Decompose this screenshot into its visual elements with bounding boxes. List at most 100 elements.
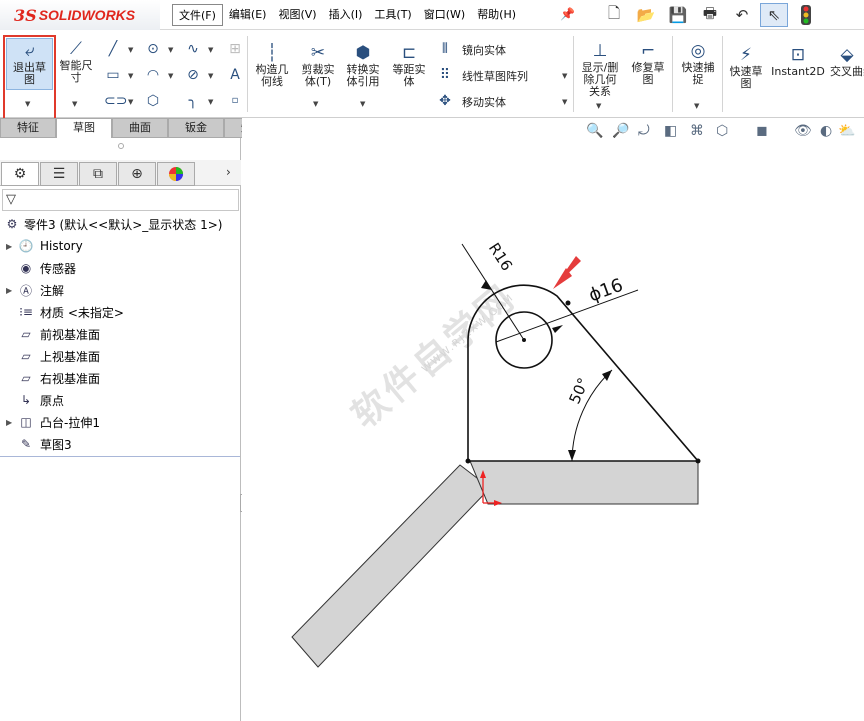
print-icon[interactable]: 🖶	[696, 3, 724, 27]
tree-item-top-plane[interactable]: ▱ 上视基准面	[6, 346, 100, 366]
polygon-icon[interactable]: ⬡	[144, 92, 162, 110]
instant2d-button[interactable]: ⊡ Instant2D	[770, 44, 826, 78]
graphics-viewport[interactable]: 🔍 🔎 ⤾ ◧ ⌘ ⬡ ◼ 👁 ◐ ⛅ 软件自学网 WWW.RJZXW.COM	[242, 118, 864, 721]
intersection-curve-button[interactable]: ⬙ 交叉曲线	[830, 44, 864, 78]
linear-pattern-button[interactable]: 线性草图阵列	[462, 68, 528, 84]
convert-entities-button[interactable]: ⬢ 转换实体引用	[342, 42, 384, 88]
tree-filter[interactable]: ▽	[2, 189, 239, 211]
feature-manager-tab-icon[interactable]: ⚙	[1, 162, 39, 186]
vertex-point[interactable]	[695, 458, 701, 464]
linear-pattern-icon[interactable]: ⠿	[436, 66, 454, 84]
menu-insert[interactable]: 插入(I)	[323, 4, 369, 26]
angle-dimension-text[interactable]: 50°	[565, 375, 592, 407]
relations-dropdown-icon[interactable]: ▼	[596, 102, 601, 110]
fillet-dropdown-icon[interactable]: ▼	[208, 98, 213, 106]
move-dropdown-icon[interactable]: ▼	[562, 98, 567, 106]
undo-icon[interactable]: ↶	[728, 3, 756, 27]
ellipse-dropdown-icon[interactable]: ▼	[208, 72, 213, 80]
circle-icon[interactable]: ⊙	[144, 40, 162, 58]
radius-dimension-text[interactable]: R16	[485, 240, 516, 275]
save-icon[interactable]: 💾	[664, 3, 692, 27]
tab-sketch[interactable]: 草图	[56, 118, 112, 138]
rectangle-dropdown-icon[interactable]: ▼	[128, 72, 133, 80]
move-entities-button[interactable]: 移动实体	[462, 94, 506, 110]
expand-icon[interactable]: ▶	[6, 418, 16, 427]
tree-item-material[interactable]: ⁝≡ 材质 <未指定>	[6, 302, 124, 322]
menu-view[interactable]: 视图(V)	[272, 4, 322, 26]
tab-surfaces[interactable]: 曲面	[112, 118, 168, 138]
display-manager-tab-icon[interactable]	[157, 162, 195, 186]
arc-icon[interactable]: ◠	[144, 66, 162, 84]
smart-dim-dropdown-icon[interactable]: ▼	[72, 100, 77, 108]
expand-icon[interactable]: ▶	[6, 242, 16, 251]
menu-help[interactable]: 帮助(H)	[471, 4, 522, 26]
quick-snap-dropdown-icon[interactable]: ▼	[694, 102, 699, 110]
tree-item-boss-extrude[interactable]: ▶ ◫ 凸台-拉伸1	[6, 412, 100, 432]
rebuild-traffic-light-icon[interactable]	[792, 3, 820, 27]
show-delete-relations-button[interactable]: ⊥ 显示/删除几何关系	[578, 40, 622, 98]
trim-entities-button[interactable]: ✂ 剪裁实体(T)	[297, 42, 339, 88]
tree-item-annotations[interactable]: ▶ Ⓐ 注解	[6, 280, 64, 300]
point-icon[interactable]: ▫	[226, 92, 244, 110]
menu-edit[interactable]: 编辑(E)	[223, 4, 273, 26]
exit-sketch-dropdown-icon[interactable]: ▼	[25, 100, 30, 108]
horizontal-extrude-body[interactable]	[469, 460, 699, 505]
convert-dropdown-icon[interactable]: ▼	[360, 100, 365, 108]
tree-item-front-plane[interactable]: ▱ 前视基准面	[6, 324, 100, 344]
tree-item-right-plane[interactable]: ▱ 右视基准面	[6, 368, 100, 388]
construction-geometry-button[interactable]: ┆ 构造几何线	[252, 42, 292, 88]
new-file-icon[interactable]: 🗋	[600, 3, 628, 27]
spline-dropdown-icon[interactable]: ▼	[208, 46, 213, 54]
tree-item-sensors[interactable]: ◉ 传感器	[6, 258, 76, 278]
spline-icon[interactable]: ∿	[184, 40, 202, 58]
offset-entities-button[interactable]: ⊏ 等距实体	[388, 42, 430, 88]
linear-pattern-dropdown-icon[interactable]: ▼	[562, 72, 567, 80]
menu-file[interactable]: 文件(F)	[172, 4, 223, 26]
trim-dropdown-icon[interactable]: ▼	[313, 100, 318, 108]
quick-snaps-button[interactable]: ◎ 快速捕捉	[676, 40, 720, 86]
move-entities-icon[interactable]: ✥	[436, 92, 454, 110]
expand-icon[interactable]: ▶	[6, 286, 16, 295]
panel-tabs-chevron-right-icon[interactable]: ›	[226, 165, 231, 179]
select-cursor-icon[interactable]: ⇖	[760, 3, 788, 27]
configuration-manager-tab-icon[interactable]: ⧉	[79, 162, 117, 186]
slanted-extrude-body[interactable]	[291, 464, 491, 668]
slot-icon[interactable]: ⊂⊃	[104, 92, 127, 110]
surface-grid-icon[interactable]: ⊞	[226, 40, 244, 58]
text-icon[interactable]: A	[226, 66, 244, 84]
tab-sheet-metal[interactable]: 钣金	[168, 118, 224, 138]
mirror-entities-button[interactable]: 镜向实体	[462, 42, 506, 58]
property-manager-tab-icon[interactable]: ☰	[40, 162, 78, 186]
pin-icon[interactable]: 📌	[560, 7, 575, 21]
dimxpert-tab-icon[interactable]: ⊕	[118, 162, 156, 186]
mirror-icon[interactable]: ⫴	[436, 40, 454, 58]
tab-features[interactable]: 特征	[0, 118, 56, 138]
sketch-canvas[interactable]: R16 ϕ16 50°	[242, 118, 864, 721]
panel-grip-icon[interactable]	[118, 143, 124, 149]
menu-window[interactable]: 窗口(W)	[418, 4, 471, 26]
repair-sketch-button[interactable]: ⌐ 修复草图	[628, 40, 668, 86]
tree-root-part[interactable]: ⚙ 零件3 (默认<<默认>_显示状态 1>)	[2, 214, 223, 234]
slot-dropdown-icon[interactable]: ▼	[128, 98, 133, 106]
tangent-point[interactable]	[565, 300, 571, 306]
sketch-profile[interactable]	[467, 284, 700, 462]
menu-tools[interactable]: 工具(T)	[368, 4, 417, 26]
tree-item-origin[interactable]: ↳ 原点	[6, 390, 64, 410]
tree-rollback-bar[interactable]	[0, 456, 240, 457]
rapid-sketch-button[interactable]: ⚡ 快速草图	[726, 44, 766, 90]
ellipse-icon[interactable]: ⊘	[184, 66, 202, 84]
smart-dimension-button[interactable]: ⟋ 智能尺寸	[57, 38, 95, 84]
diameter-dimension-text[interactable]: ϕ16	[586, 275, 626, 307]
circle-dropdown-icon[interactable]: ▼	[168, 46, 173, 54]
line-dropdown-icon[interactable]: ▼	[128, 46, 133, 54]
open-file-icon[interactable]: 📂	[632, 3, 660, 27]
tree-item-history[interactable]: ▶ 🕘 History	[6, 236, 83, 256]
tree-item-sketch3[interactable]: ✎ 草图3	[6, 434, 72, 454]
rectangle-icon[interactable]: ▭	[104, 66, 122, 84]
fillet-icon[interactable]: ╮	[184, 92, 202, 110]
smart-dimension-icon: ⟋	[70, 39, 82, 59]
exit-sketch-button[interactable]: ⤶ 退出草图	[7, 40, 52, 86]
arc-dropdown-icon[interactable]: ▼	[168, 72, 173, 80]
line-icon[interactable]: ╱	[104, 40, 122, 58]
vertex-point[interactable]	[465, 458, 471, 464]
